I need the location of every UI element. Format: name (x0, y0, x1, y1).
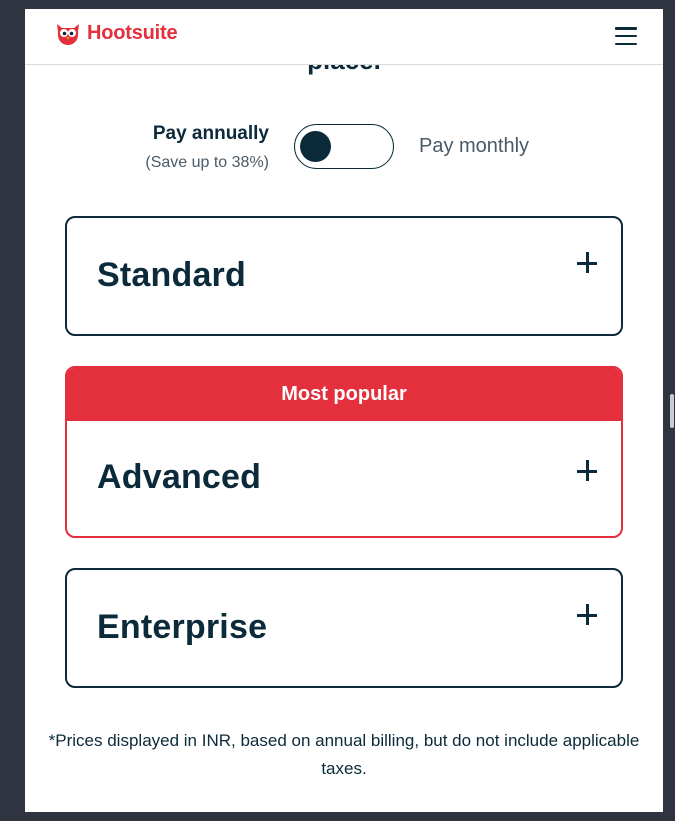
logo-text: Hootsuite (87, 21, 178, 44)
plus-icon[interactable] (577, 604, 599, 626)
annual-savings-note: (Save up to 38%) (145, 154, 269, 171)
menu-bar (615, 34, 637, 38)
hamburger-menu-icon[interactable] (615, 27, 639, 45)
hootsuite-logo[interactable]: Hootsuite (55, 20, 178, 46)
most-popular-badge: Most popular (67, 368, 621, 421)
site-header: Hootsuite (25, 9, 663, 65)
scrollbar-thumb[interactable] (670, 394, 674, 428)
plan-name: Enterprise (97, 608, 268, 646)
plan-name: Standard (97, 256, 246, 294)
plus-icon[interactable] (577, 252, 599, 274)
menu-bar (615, 27, 637, 30)
browser-viewport: place. Hootsuite Pay annually (Save up t… (25, 9, 663, 812)
pay-monthly-label[interactable]: Pay monthly (419, 135, 529, 158)
pay-annually-label[interactable]: Pay annually (135, 123, 269, 145)
billing-period-toggle[interactable] (294, 124, 394, 169)
plan-card-standard[interactable]: Standard (65, 216, 623, 336)
owl-logo-icon (57, 24, 79, 45)
plus-icon[interactable] (577, 460, 599, 482)
plan-name: Advanced (97, 458, 262, 496)
pricing-footnote: *Prices displayed in INR, based on annua… (48, 731, 640, 778)
menu-bar (615, 42, 637, 45)
toggle-knob (300, 131, 331, 162)
plan-card-enterprise[interactable]: Enterprise (65, 568, 623, 688)
plan-card-advanced[interactable]: Most popular Advanced (65, 366, 623, 538)
